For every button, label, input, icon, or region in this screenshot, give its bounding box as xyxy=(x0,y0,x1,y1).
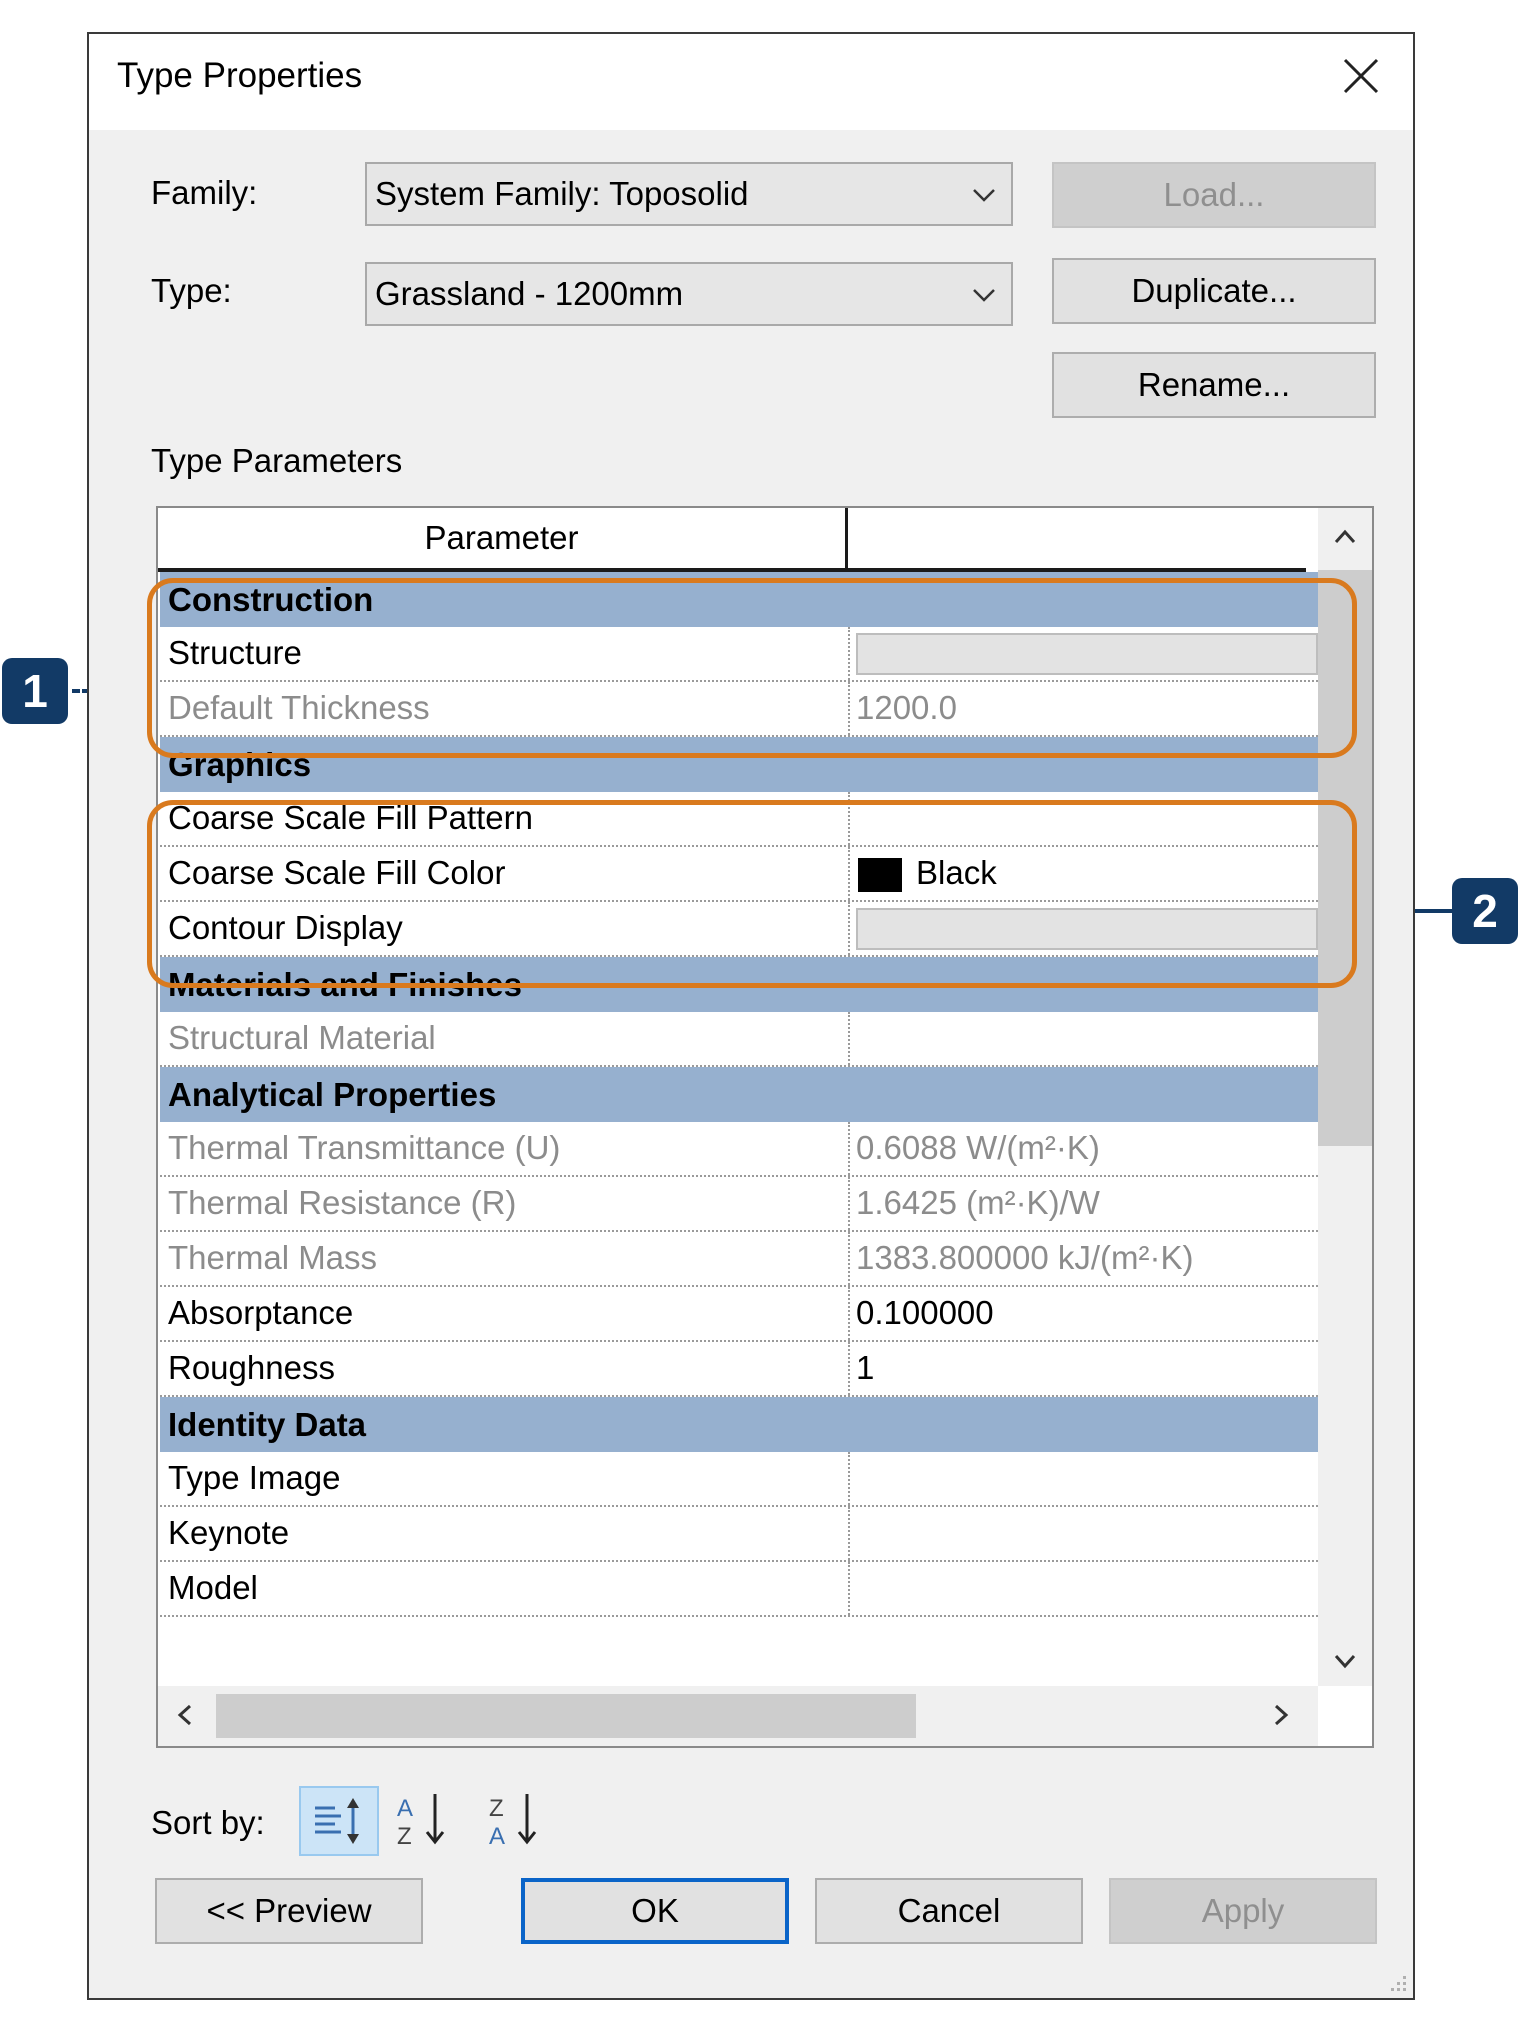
parameter-value[interactable]: 0.100000 xyxy=(856,1287,994,1339)
rename-button[interactable]: Rename... xyxy=(1052,352,1376,418)
callout-box-1 xyxy=(147,578,1357,758)
sort-grouped-button[interactable] xyxy=(299,1786,379,1856)
column-separator xyxy=(848,1452,850,1505)
parameter-value[interactable]: 1 xyxy=(856,1342,874,1394)
group-header[interactable]: Analytical Properties xyxy=(160,1067,1318,1122)
type-properties-dialog: Type Properties Family: System Family: T… xyxy=(87,32,1415,2000)
parameter-row[interactable]: Thermal Mass 1383.800000 kJ/(m²·K) xyxy=(160,1232,1318,1287)
family-label: Family: xyxy=(151,174,258,211)
column-separator xyxy=(848,1177,850,1230)
sort-by-label: Sort by: xyxy=(151,1804,265,1841)
svg-text:A: A xyxy=(397,1795,413,1822)
sort-descending-button[interactable]: Z A xyxy=(481,1786,561,1856)
column-separator xyxy=(848,1122,850,1175)
parameter-name: Thermal Transmittance (U) xyxy=(168,1129,561,1166)
scroll-up-icon[interactable] xyxy=(1330,522,1360,552)
parameter-name: Type Image xyxy=(168,1459,341,1496)
callout-badge-1: 1 xyxy=(2,658,68,724)
type-label: Type: xyxy=(151,272,232,309)
title-bar: Type Properties xyxy=(89,34,1413,130)
parameter-name: Model xyxy=(168,1569,258,1606)
parameter-row[interactable]: Type Image xyxy=(160,1452,1318,1507)
group-header[interactable]: Identity Data xyxy=(160,1397,1318,1452)
preview-button[interactable]: << Preview xyxy=(155,1878,423,1944)
svg-text:Z: Z xyxy=(489,1795,504,1822)
type-select-value: Grassland - 1200mm xyxy=(375,275,684,312)
column-separator xyxy=(848,1562,850,1615)
callout-box-2 xyxy=(147,800,1357,988)
resize-grip-icon[interactable] xyxy=(1383,1968,1409,1994)
parameter-name: Structural Material xyxy=(168,1019,436,1056)
parameter-name: Thermal Mass xyxy=(168,1239,378,1276)
sort-ascending-button[interactable]: A Z xyxy=(389,1786,469,1856)
column-separator xyxy=(848,1012,850,1065)
parameter-name: Roughness xyxy=(168,1349,335,1386)
column-separator xyxy=(848,1232,850,1285)
ok-button[interactable]: OK xyxy=(521,1878,789,1944)
parameter-row[interactable]: Keynote xyxy=(160,1507,1318,1562)
cancel-button[interactable]: Cancel xyxy=(815,1878,1083,1944)
apply-button[interactable]: Apply xyxy=(1109,1878,1377,1944)
duplicate-button[interactable]: Duplicate... xyxy=(1052,258,1376,324)
horizontal-scroll-thumb[interactable] xyxy=(216,1694,916,1738)
parameter-value: 0.6088 W/(m²·K) xyxy=(856,1129,1100,1166)
parameter-value: 1383.800000 kJ/(m²·K) xyxy=(856,1239,1194,1276)
close-icon xyxy=(1343,58,1379,94)
close-button[interactable] xyxy=(1331,46,1391,106)
column-separator xyxy=(848,1287,850,1340)
family-select[interactable]: System Family: Toposolid xyxy=(365,162,1013,226)
scroll-down-icon[interactable] xyxy=(1330,1646,1360,1676)
window-title: Type Properties xyxy=(117,56,363,95)
grid-header: Parameter xyxy=(158,508,1306,572)
sort-a-z-icon: A Z xyxy=(397,1794,445,1850)
value-column-header[interactable] xyxy=(848,508,1306,568)
parameter-row[interactable]: Structural Material xyxy=(160,1012,1318,1067)
parameter-row[interactable]: Roughness 1 xyxy=(160,1342,1318,1397)
svg-text:Z: Z xyxy=(397,1823,412,1850)
parameter-name: Keynote xyxy=(168,1514,290,1551)
parameter-row[interactable]: Thermal Resistance (R) 1.6425 (m²·K)/W xyxy=(160,1177,1318,1232)
chevron-down-icon xyxy=(973,189,995,202)
family-select-value: System Family: Toposolid xyxy=(375,175,749,212)
type-parameters-label: Type Parameters xyxy=(151,442,403,479)
sort-grouped-icon xyxy=(315,1798,359,1844)
parameter-row[interactable]: Absorptance 0.100000 xyxy=(160,1287,1318,1342)
parameter-name: Thermal Resistance (R) xyxy=(168,1184,517,1221)
parameter-row[interactable]: Model xyxy=(160,1562,1318,1617)
parameter-value: 1.6425 (m²·K)/W xyxy=(856,1184,1100,1221)
scroll-right-icon[interactable] xyxy=(1266,1700,1296,1730)
scroll-left-icon[interactable] xyxy=(170,1700,200,1730)
chevron-down-icon xyxy=(973,289,995,302)
sort-z-a-icon: Z A xyxy=(489,1794,537,1850)
parameter-column-header[interactable]: Parameter xyxy=(158,508,848,568)
svg-text:A: A xyxy=(489,1823,505,1850)
type-select[interactable]: Grassland - 1200mm xyxy=(365,262,1013,326)
column-separator xyxy=(848,1342,850,1395)
load-button[interactable]: Load... xyxy=(1052,162,1376,228)
parameter-name: Absorptance xyxy=(168,1294,354,1331)
column-separator xyxy=(848,1507,850,1560)
callout-badge-2: 2 xyxy=(1452,878,1518,944)
parameter-row[interactable]: Thermal Transmittance (U) 0.6088 W/(m²·K) xyxy=(160,1122,1318,1177)
